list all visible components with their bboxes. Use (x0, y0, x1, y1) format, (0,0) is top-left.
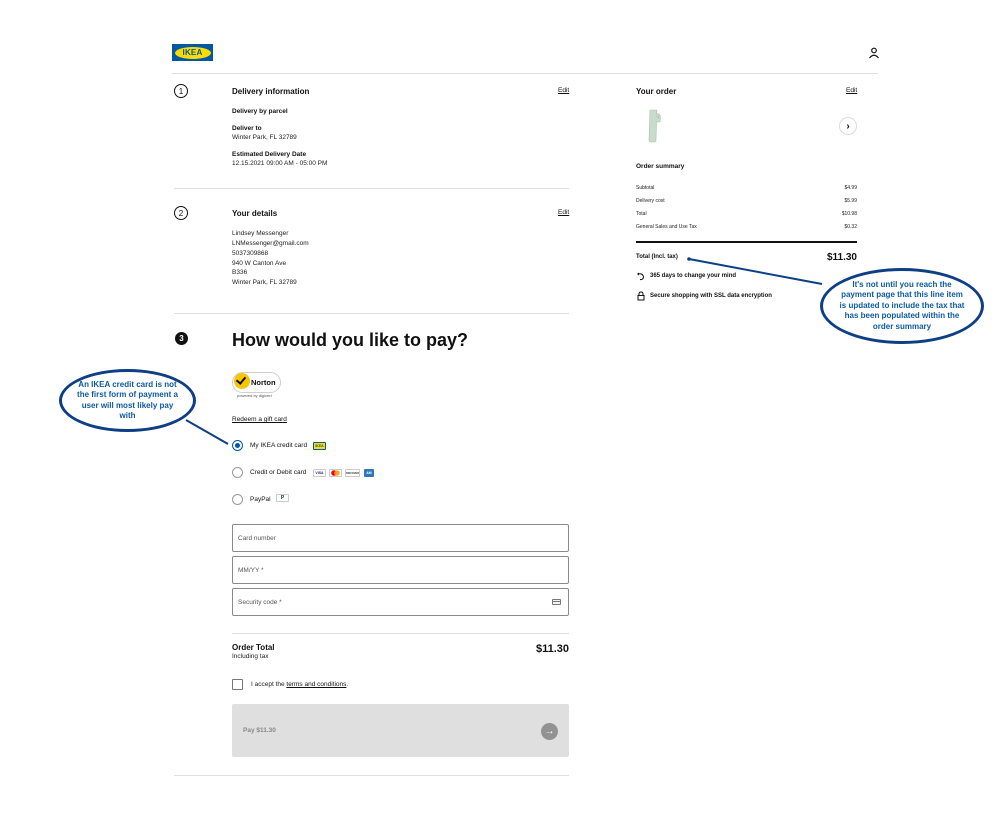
chevron-right-icon[interactable]: › (839, 117, 857, 135)
security-code-field[interactable]: Security code * (232, 588, 569, 616)
order-total-label: Order Total (232, 643, 275, 652)
ikea-logo[interactable]: IKEA (172, 44, 213, 61)
order-total-value: $11.30 (535, 643, 569, 655)
footer-divider (174, 775, 569, 776)
ikea-credit-card-label[interactable]: My IKEA credit card (250, 442, 307, 449)
details-email: LNMessenger@gmail.com (232, 240, 309, 247)
terms-suffix: . (346, 681, 349, 688)
details-address-line2: B336 (232, 269, 248, 276)
step-3-indicator: 3 (175, 332, 188, 345)
summary-row-value: $0.32 (844, 224, 857, 230)
credit-debit-card-label[interactable]: Credit or Debit card (250, 469, 306, 476)
terms-text: I accept the terms and conditions. (251, 680, 348, 690)
return-icon (637, 272, 645, 281)
deliver-to-value: Winter Park, FL 32789 (232, 134, 297, 141)
radio-paypal[interactable] (232, 494, 243, 505)
summary-row-subtotal: Subtotal $4.99 (636, 185, 857, 194)
step-1-indicator: 1 (174, 84, 188, 98)
paypal-icon: P (276, 494, 289, 502)
summary-row-delivery: Delivery cost $5.99 (636, 198, 857, 207)
details-city: Winter Park, FL 32789 (232, 279, 297, 286)
summary-row-value: $4.99 (844, 185, 857, 191)
mastercard-icon (329, 469, 342, 477)
lock-icon (637, 291, 645, 301)
product-jug-image[interactable] (644, 108, 664, 144)
details-section-title: Your details (232, 209, 278, 218)
expiry-placeholder: MM/YY * (238, 567, 264, 574)
summary-row-label: General Sales and Use Tax (636, 224, 697, 230)
discover-icon: DISCOVER (345, 469, 360, 477)
norton-badge: Norton powered by digicert (232, 372, 282, 399)
visa-icon: VISA (313, 469, 326, 477)
security-code-placeholder: Security code * (238, 599, 282, 606)
delivery-method: Delivery by parcel (232, 108, 288, 115)
summary-row-value: $10.98 (841, 211, 857, 217)
amex-icon: AM (364, 469, 374, 477)
terms-link[interactable]: terms and conditions (286, 681, 346, 688)
payment-title: How would you like to pay? (232, 330, 469, 350)
section-divider (174, 313, 569, 314)
perk-secure-shopping: Secure shopping with SSL data encryption (650, 293, 772, 299)
your-order-title: Your order (636, 87, 677, 96)
summary-total-divider (636, 241, 857, 243)
user-icon[interactable] (867, 46, 881, 60)
left-annotation-line (185, 419, 229, 445)
arrow-right-icon: → (541, 723, 558, 740)
summary-row-total: Total $10.98 (636, 211, 857, 220)
details-phone: 5037309868 (232, 250, 269, 257)
order-summary-title: Order summary (636, 163, 685, 170)
summary-row-tax: General Sales and Use Tax $0.32 (636, 224, 857, 233)
norton-checkmark-icon (234, 373, 250, 389)
summary-row-value: $5.99 (844, 198, 857, 204)
ikea-card-icon: IKEA (313, 442, 326, 450)
radio-credit-debit-card[interactable] (232, 467, 243, 478)
radio-ikea-credit-card[interactable] (232, 440, 243, 451)
delivery-edit-link[interactable]: Edit (558, 87, 569, 94)
annotation-bubble-tax: It's not until you reach the payment pag… (820, 268, 984, 344)
details-name: Lindsey Messenger (232, 230, 289, 237)
delivery-section-title: Delivery information (232, 87, 310, 96)
est-date-label: Estimated Delivery Date (232, 151, 307, 158)
deliver-to-label: Deliver to (232, 125, 262, 132)
step-2-indicator: 2 (174, 206, 188, 220)
order-total-subtext: Including tax (232, 653, 269, 660)
logo-text: IKEA (182, 47, 203, 57)
details-edit-link[interactable]: Edit (558, 209, 569, 216)
right-annotation-dot (687, 257, 691, 261)
card-cvv-icon (552, 599, 561, 605)
pay-button[interactable]: Pay $11.30 → (232, 704, 569, 757)
header-divider (172, 73, 878, 74)
terms-prefix: I accept the (251, 681, 285, 688)
right-annotation-line (688, 258, 823, 285)
redeem-gift-card-link[interactable]: Redeem a gift card (232, 416, 287, 423)
card-number-field[interactable]: Card number (232, 524, 569, 552)
annotation-bubble-ikea-card: An IKEA credit card is not the first for… (59, 369, 196, 432)
summary-row-label: Delivery cost (636, 198, 665, 204)
norton-subtext: powered by digicert (237, 393, 272, 398)
terms-checkbox[interactable] (232, 679, 243, 690)
section-divider (232, 633, 569, 634)
est-date-value: 12.15.2021 09:00 AM - 05:00 PM (232, 160, 328, 167)
card-number-placeholder: Card number (238, 535, 276, 542)
summary-row-label: Subtotal (636, 185, 655, 191)
section-divider (174, 188, 569, 189)
order-edit-link[interactable]: Edit (846, 87, 857, 94)
total-incl-tax-value: $11.30 (826, 252, 857, 263)
logo-oval: IKEA (174, 46, 211, 59)
expiry-field[interactable]: MM/YY * (232, 556, 569, 584)
norton-name: Norton (251, 378, 276, 387)
total-incl-tax-label: Total (Incl. tax) (636, 254, 678, 260)
summary-row-label: Total (636, 211, 647, 217)
paypal-label[interactable]: PayPal (250, 496, 271, 503)
pay-button-label: Pay $11.30 (243, 727, 276, 734)
perk-returns: 365 days to change your mind (650, 273, 737, 279)
